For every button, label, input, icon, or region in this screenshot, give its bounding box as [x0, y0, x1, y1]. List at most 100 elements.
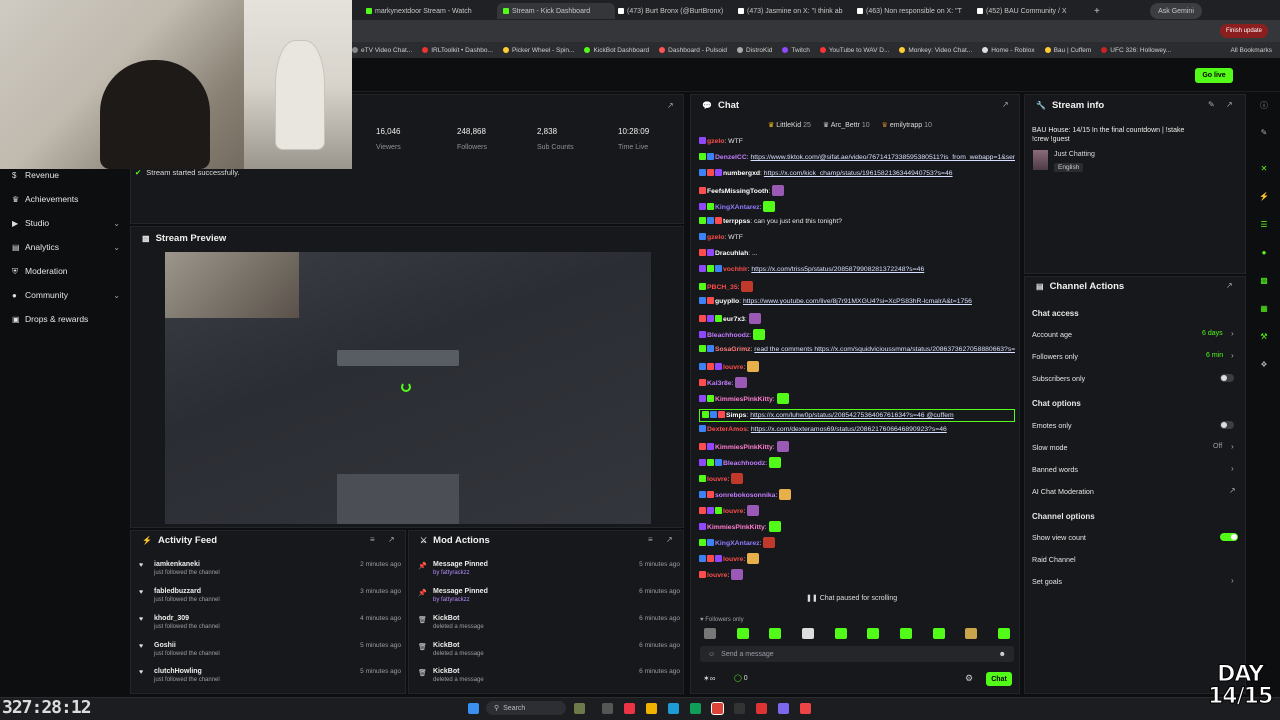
chat-username[interactable]: KingXAntarez: [715, 540, 760, 547]
browser-tab[interactable]: (463) Non responsible on X: "T: [857, 3, 969, 19]
chat-message[interactable]: Kal3r8e:: [699, 377, 1015, 388]
bolt-icon[interactable]: ⚡: [1258, 192, 1270, 204]
chat-message[interactable]: vochhlr: https://x.com/triss5p/status/20…: [699, 265, 1015, 274]
chat-message[interactable]: KingXAntarez:: [699, 537, 1015, 548]
account-age-row[interactable]: Account age: [1032, 330, 1072, 339]
chat-message[interactable]: louvre:: [699, 569, 1015, 580]
chat-message-list[interactable]: gzelo: WTF DenzelCC: https://www.tiktok.c…: [696, 134, 1016, 612]
bookmark[interactable]: DistroKid: [737, 47, 772, 54]
chat-bubble-icon[interactable]: ●: [1258, 248, 1270, 260]
all-bookmarks[interactable]: All Bookmarks: [1230, 47, 1272, 54]
emoji-icon[interactable]: ☻: [999, 651, 1006, 658]
chat-message[interactable]: sonrebokosonnika:: [699, 489, 1015, 500]
pencil-icon[interactable]: ✎: [1258, 128, 1270, 140]
filter-icon[interactable]: ≡: [648, 535, 653, 544]
emote[interactable]: [899, 628, 912, 639]
chat-username[interactable]: Bleachhoodz: [707, 332, 749, 339]
chat-message[interactable]: louvre:: [699, 473, 1015, 484]
taskbar-search[interactable]: ⚲ Search: [486, 701, 566, 715]
followers-only-row[interactable]: Followers only: [1032, 352, 1078, 361]
bookmark[interactable]: IRLToolkit • Dashbo...: [422, 47, 493, 54]
chat-username[interactable]: louvre: [723, 364, 743, 371]
chat-message[interactable]: Dracuhlah: ...: [699, 249, 1015, 258]
wrench-icon[interactable]: ⚒: [1258, 332, 1270, 344]
set-goals-row[interactable]: Set goals: [1032, 577, 1062, 586]
chat-message[interactable]: guypllo: https://www.youtube.com/live/8j…: [699, 297, 1015, 306]
chat-link[interactable]: https://x.com/triss5p/status/20858799082…: [751, 266, 924, 273]
show-view-count-toggle[interactable]: [1220, 533, 1238, 541]
chat-username[interactable]: louvre: [723, 556, 743, 563]
taskview-icon[interactable]: [602, 703, 613, 714]
chat-username[interactable]: sonrebokosonnika: [715, 492, 775, 499]
chat-username[interactable]: DenzelCC: [715, 154, 747, 161]
chat-paused-notice[interactable]: ❚❚ Chat paused for scrolling: [806, 594, 897, 602]
chat-message[interactable]: SosaGrimz: read the comments https://x.c…: [699, 345, 1015, 354]
external-link-icon[interactable]: ↗: [1229, 486, 1236, 495]
bookmark[interactable]: Bau | Cuffem: [1044, 47, 1091, 54]
chat-username[interactable]: louvre: [723, 508, 743, 515]
ai-moderation-row[interactable]: AI Chat Moderation: [1032, 487, 1094, 496]
chat-link[interactable]: https://x.com/dexteramos69/status/208621…: [751, 426, 947, 433]
browser-tab[interactable]: (473) Jasmine on X: "I think ab: [738, 3, 850, 19]
chat-message[interactable]: gzelo: WTF: [699, 233, 1015, 242]
chat-username[interactable]: Simps: [726, 412, 746, 419]
finish-update-button[interactable]: Finish update: [1220, 24, 1268, 38]
emote[interactable]: [867, 628, 880, 639]
chat-username[interactable]: Bleachhoodz: [723, 460, 765, 467]
browser-tab[interactable]: (452) BAU Community / X: [977, 3, 1089, 19]
emotes-only-toggle[interactable]: [1220, 421, 1234, 429]
sidebar-item-drops[interactable]: ▣ Drops & rewards: [12, 314, 120, 324]
chat-username[interactable]: Kal3r8e: [707, 380, 732, 387]
emote[interactable]: [834, 628, 847, 639]
sidebar-item-analytics[interactable]: ▤ Analytics ⌄: [12, 242, 120, 252]
emote[interactable]: [965, 628, 978, 639]
chat-username[interactable]: gzelo: [707, 234, 724, 241]
sidebar-item-studio[interactable]: ▶ Studio ⌄: [12, 218, 120, 228]
popout-icon[interactable]: ↗: [1002, 100, 1009, 109]
chat-username[interactable]: louvre: [707, 572, 727, 579]
chevron-right-icon[interactable]: ›: [1231, 442, 1234, 451]
popout-icon[interactable]: ↗: [388, 535, 395, 544]
filter-icon[interactable]: ≡: [370, 535, 375, 544]
chat-message[interactable]: DexterAmos: https://x.com/dexteramos69/s…: [699, 425, 1015, 434]
chat-link[interactable]: https://www.tiktok.com/@sifat.ae/video/7…: [751, 154, 1015, 161]
bookmark[interactable]: UFC 326: Hollowey...: [1101, 47, 1171, 54]
chat-message[interactable]: KimmiesPinkKitty:: [699, 521, 1015, 532]
popout-icon[interactable]: ↗: [667, 101, 674, 110]
chat-message[interactable]: gzelo: WTF: [699, 137, 1015, 146]
chevron-right-icon[interactable]: ›: [1231, 464, 1234, 473]
bookmark[interactable]: KickBot Dashboard: [584, 47, 649, 54]
chat-message[interactable]: louvre:: [699, 553, 1015, 564]
settings-small-icon[interactable]: ✶∞: [703, 674, 715, 683]
chat-message[interactable]: Bleachhoodz:: [699, 329, 1015, 340]
send-chat-button[interactable]: Chat: [986, 672, 1012, 686]
chevron-right-icon[interactable]: ›: [1231, 351, 1234, 360]
slow-mode-row[interactable]: Slow mode: [1032, 443, 1068, 452]
chat-username[interactable]: KimmiesPinkKitty: [707, 524, 765, 531]
chat-username[interactable]: gzelo: [707, 138, 724, 145]
sidebar-item-revenue[interactable]: $ Revenue: [12, 170, 120, 180]
bookmark[interactable]: Monkey: Video Chat...: [899, 47, 972, 54]
chat-username[interactable]: KingXAntarez: [715, 204, 760, 211]
calendar-icon[interactable]: ▦: [1258, 304, 1270, 316]
edit-icon[interactable]: ✎: [1208, 100, 1215, 109]
chat-username[interactable]: SosaGrimz: [715, 346, 751, 353]
chrome-icon[interactable]: [800, 703, 811, 714]
bookmark[interactable]: YouTube to WAV D...: [819, 47, 889, 54]
banned-words-row[interactable]: Banned words: [1032, 465, 1078, 474]
chat-username[interactable]: DexterAmos: [707, 426, 747, 433]
new-tab-icon[interactable]: +: [1094, 3, 1104, 19]
sidebar-item-achievements[interactable]: ♛ Achievements: [12, 194, 120, 204]
chat-message[interactable]: louvre:: [699, 361, 1015, 372]
bookmark[interactable]: Dashboard - Pulsoid: [659, 47, 727, 54]
chat-username[interactable]: FeefsMissingTooth: [707, 188, 768, 195]
chat-username[interactable]: KimmiesPinkKitty: [715, 444, 773, 451]
widget-icon[interactable]: [574, 703, 585, 714]
chat-message[interactable]: eur7x3:: [699, 313, 1015, 324]
emote[interactable]: [769, 628, 782, 639]
chat-link[interactable]: read the comments https://x.com/squidvic…: [754, 346, 1015, 353]
bookmark[interactable]: Twitch: [782, 47, 810, 54]
raid-channel-row[interactable]: Raid Channel: [1032, 555, 1076, 564]
close-icon[interactable]: ✕: [1258, 164, 1270, 176]
emote[interactable]: [801, 628, 814, 639]
